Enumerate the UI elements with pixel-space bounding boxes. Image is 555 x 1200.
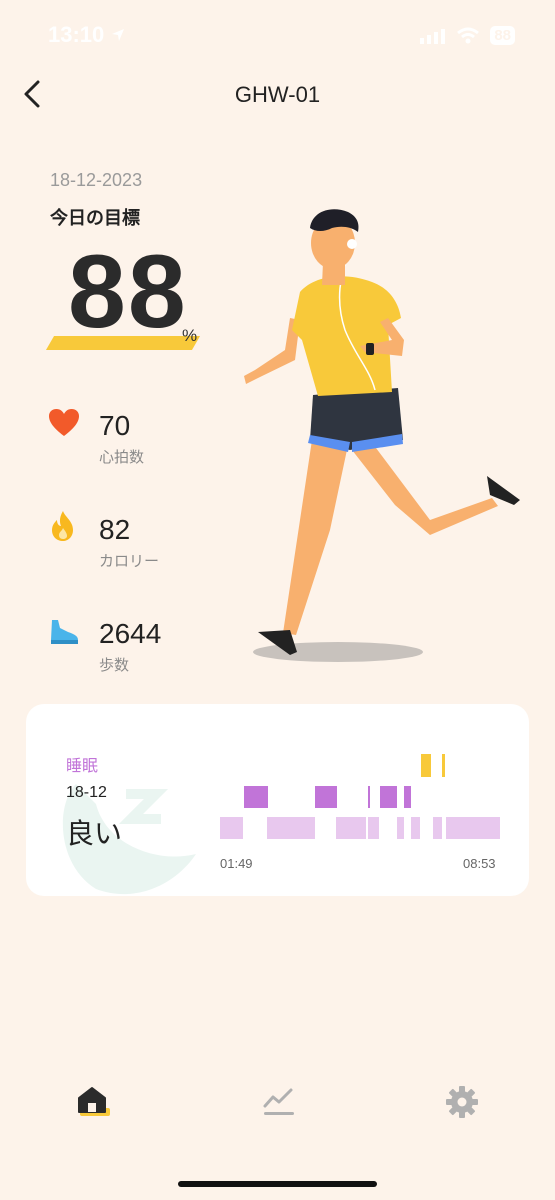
heart-rate-label: 心拍数 <box>99 449 145 466</box>
signal-icon <box>420 28 446 44</box>
light-sleep-segment <box>336 817 366 839</box>
heart-icon <box>48 408 80 443</box>
sleep-quality: 良い <box>66 818 123 849</box>
status-bar: 13:10 88 <box>0 0 555 76</box>
light-sleep-segment <box>220 817 243 839</box>
deep-sleep-segment <box>368 786 370 808</box>
goal-unit: % <box>182 326 198 345</box>
goal-date: 18-12-2023 <box>50 170 143 190</box>
awake-segment <box>421 754 431 777</box>
bottom-nav <box>0 1070 555 1140</box>
light-sleep-segment <box>446 817 500 839</box>
status-icons: 88 <box>420 26 515 45</box>
nav-stats-button[interactable] <box>261 1084 297 1120</box>
runner-illustration <box>244 209 520 662</box>
calorie-label: カロリー <box>99 553 160 570</box>
awake-segment <box>442 754 445 777</box>
light-sleep-segment <box>267 817 315 839</box>
light-sleep-segment <box>411 817 420 839</box>
home-indicator <box>178 1181 377 1187</box>
goal-label: 今日の目標 <box>50 208 140 228</box>
page-title: GHW-01 <box>234 82 321 107</box>
light-sleep-segment <box>368 817 379 839</box>
light-sleep-segment <box>433 817 442 839</box>
location-icon <box>112 29 125 41</box>
deep-sleep-segment <box>404 786 411 808</box>
sleep-date: 18-12 <box>66 784 107 801</box>
steps-label: 歩数 <box>99 657 130 674</box>
heart-rate-value: 70 <box>99 410 131 441</box>
light-sleep-segment <box>397 817 404 839</box>
battery-icon: 88 <box>490 26 515 45</box>
sleep-card[interactable]: 睡眠 18-12 良い 01:49 08:53 <box>26 704 529 896</box>
deep-sleep-segment <box>380 786 397 808</box>
deep-sleep-segment <box>315 786 337 808</box>
gear-icon <box>446 1086 478 1118</box>
sleep-title: 睡眠 <box>66 758 99 775</box>
wifi-icon <box>457 27 480 43</box>
status-time: 13:10 <box>48 22 126 48</box>
home-icon <box>78 1087 110 1116</box>
calorie-value: 82 <box>99 514 131 545</box>
nav-home-button[interactable] <box>76 1084 112 1120</box>
sleep-end-time: 08:53 <box>463 856 496 871</box>
chart-icon <box>263 1088 294 1115</box>
steps-value: 2644 <box>99 618 162 649</box>
goal-percentage: 88 <box>68 234 188 350</box>
flame-icon <box>48 510 78 547</box>
sleep-start-time: 01:49 <box>220 856 253 871</box>
deep-sleep-segment <box>244 786 268 808</box>
shoe-icon <box>48 618 80 651</box>
nav-settings-button[interactable] <box>444 1084 480 1120</box>
